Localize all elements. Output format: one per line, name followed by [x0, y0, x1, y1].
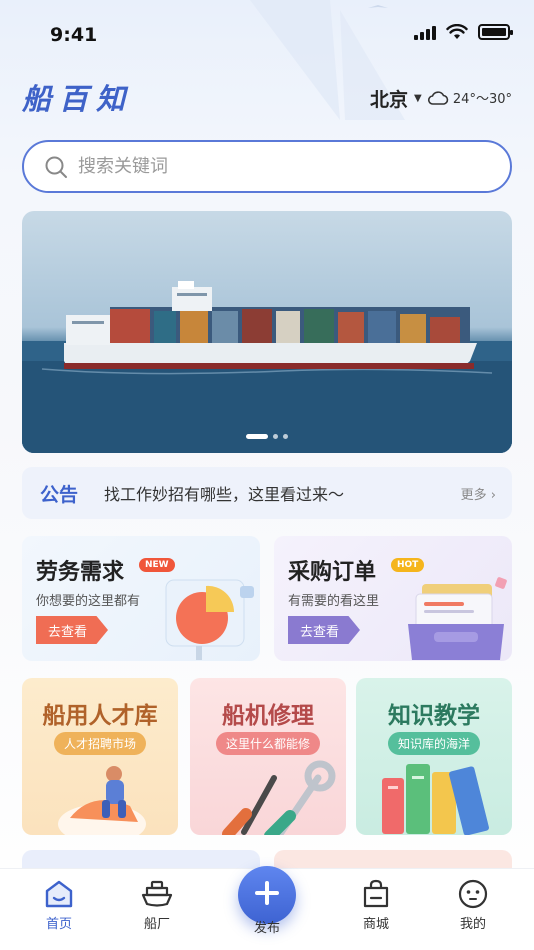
search-icon [45, 156, 67, 178]
notice-more-link[interactable]: 更多 › [461, 484, 496, 503]
tab-mall[interactable]: 商城 [341, 879, 411, 932]
cloud-icon [427, 90, 449, 105]
card-pill: 人才招聘市场 [53, 732, 147, 755]
carousel-dot[interactable] [246, 434, 268, 439]
search-input[interactable] [78, 156, 458, 177]
carousel-dot[interactable] [273, 434, 278, 439]
container-ship-image [22, 281, 512, 453]
tab-label: 发布 [253, 921, 280, 936]
books-illustration-icon [382, 764, 489, 835]
wifi-icon [446, 24, 468, 39]
labor-demand-card[interactable]: 劳务需求 NEW 你想要的这里都有 去查看 [22, 536, 260, 661]
card-pill: 这里什么都能修 [215, 732, 321, 755]
card-title: 船机修理 [222, 703, 314, 729]
weather: 24°～30° [427, 88, 512, 107]
carousel-indicator [246, 434, 288, 439]
card-title: 采购订单 [288, 560, 377, 585]
city-name: 北京 [370, 89, 409, 111]
rocket-person-illustration-icon [58, 766, 146, 835]
view-button[interactable]: 去查看 [36, 616, 108, 644]
engine-repair-card[interactable]: 船机修理 这里什么都能修 [190, 678, 346, 835]
header: 船百知 北京 ▼ 24°～30° [22, 72, 512, 122]
tab-label: 船厂 [143, 917, 170, 932]
carousel-dot[interactable] [283, 434, 288, 439]
talent-pool-card[interactable]: 船用人才库 人才招聘市场 [22, 678, 178, 835]
ship-icon [141, 880, 173, 907]
inbox-tray-illustration-icon [408, 577, 507, 660]
card-title: 劳务需求 [36, 560, 125, 585]
tab-profile[interactable]: 我的 [438, 879, 508, 932]
card-subtitle: 你想要的这里都有 [36, 594, 141, 609]
notice-title: 公告 [40, 483, 79, 506]
plus-icon [255, 881, 279, 905]
tab-shipyard[interactable]: 船厂 [122, 879, 192, 932]
status-time: 9:41 [50, 24, 98, 46]
caret-down-icon: ▼ [414, 93, 422, 104]
banner-carousel[interactable] [22, 211, 512, 453]
card-pill: 知识库的海洋 [387, 732, 481, 755]
view-button[interactable]: 去查看 [288, 616, 360, 644]
search-bar[interactable] [22, 140, 512, 193]
hot-badge: HOT [391, 558, 425, 572]
battery-icon [478, 24, 513, 40]
tab-home[interactable]: 首页 [24, 879, 94, 932]
card-title: 知识教学 [388, 703, 480, 729]
shopping-bag-icon [363, 879, 389, 908]
chevron-right-icon: › [490, 487, 496, 503]
card-subtitle: 有需要的看这里 [288, 594, 380, 609]
temperature: 24°～30° [452, 92, 512, 107]
tab-label: 商城 [362, 917, 389, 932]
status-icons [414, 24, 513, 40]
app-logo: 船百知 [22, 82, 134, 116]
publish-button[interactable] [238, 866, 296, 924]
profile-face-icon [458, 879, 488, 909]
home-icon [45, 880, 73, 908]
card-title: 船用人才库 [42, 703, 158, 729]
pie-chart-illustration-icon [165, 579, 254, 660]
notice-text: 找工作妙招有哪些，这里看过来～ [104, 485, 345, 504]
purchase-order-card[interactable]: 采购订单 HOT 有需要的看这里 去查看 [274, 536, 512, 661]
knowledge-teaching-card[interactable]: 知识教学 知识库的海洋 [356, 678, 512, 835]
notice-bar[interactable]: 公告 找工作妙招有哪些，这里看过来～ 更多 › [22, 467, 512, 519]
bottom-tab-bar: 首页 船厂 发布 商城 我的 [0, 866, 534, 950]
city-selector[interactable]: 北京 ▼ [370, 85, 422, 112]
tab-label: 首页 [45, 917, 72, 932]
tab-label: 我的 [459, 917, 486, 932]
more-label: 更多 [460, 487, 487, 503]
tools-illustration-icon [222, 760, 336, 835]
